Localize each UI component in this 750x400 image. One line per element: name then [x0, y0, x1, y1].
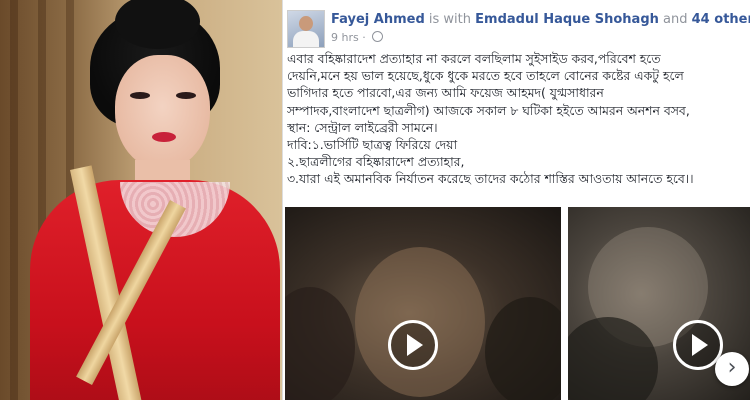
post-meta: 9 hrs · [331, 31, 384, 44]
play-icon[interactable] [388, 320, 438, 370]
post-line: দেয়নি,মনে হয় ভাল হয়েছে,ধুকে ধুকে মরতে… [287, 68, 684, 84]
post-body: এবার বহিষ্কারাদেশ প্রত্যাহার না করলে বলছ… [287, 50, 749, 188]
tag-and: and [663, 12, 688, 27]
globe-icon [372, 31, 384, 42]
post-line: দাবি:১.ভার্সিটি ছাত্রত্ব ফিরিয়ে দেয়া [287, 137, 458, 153]
chevron-right-icon[interactable]: › [715, 352, 749, 386]
profile-photo [0, 0, 282, 400]
post-line: ২.ছাত্রলীগের বহিষ্কারাদেশ প্রত্যাহার, [287, 154, 465, 170]
meta-separator: · [362, 31, 366, 44]
post-line: এবার বহিষ্কারাদেশ প্রত্যাহার না করলে বলছ… [287, 51, 661, 66]
post-line: ৩.যারা এই অমানবিক নির্যাতন করেছে তাদের ক… [287, 171, 694, 187]
tag-prefix: is with [428, 12, 471, 27]
video-thumbnail-1[interactable] [285, 207, 561, 400]
tagged-user-link[interactable]: Emdadul Haque Shohagh [475, 12, 659, 27]
post-line: স্থান: সেন্ট্রাল লাইব্রেরী সামনে। [287, 119, 438, 135]
post-timestamp[interactable]: 9 hrs [331, 31, 359, 44]
post-line: সম্পাদক,বাংলাদেশ ছাত্রলীগ) আজকে সকাল ৮ ঘ… [287, 102, 690, 118]
author-name-link[interactable]: Fayej Ahmed [331, 12, 425, 27]
author-avatar[interactable] [287, 10, 325, 48]
post-header: Fayej Ahmed is with Emdadul Haque Shohag… [331, 12, 750, 27]
post-line: ভাগিদার হতে পারবো,এর জন্য আমি ফয়েজ আহমদ… [287, 85, 604, 101]
facebook-post: Fayej Ahmed is with Emdadul Haque Shohag… [282, 0, 750, 400]
others-link[interactable]: 44 others. [692, 12, 750, 27]
